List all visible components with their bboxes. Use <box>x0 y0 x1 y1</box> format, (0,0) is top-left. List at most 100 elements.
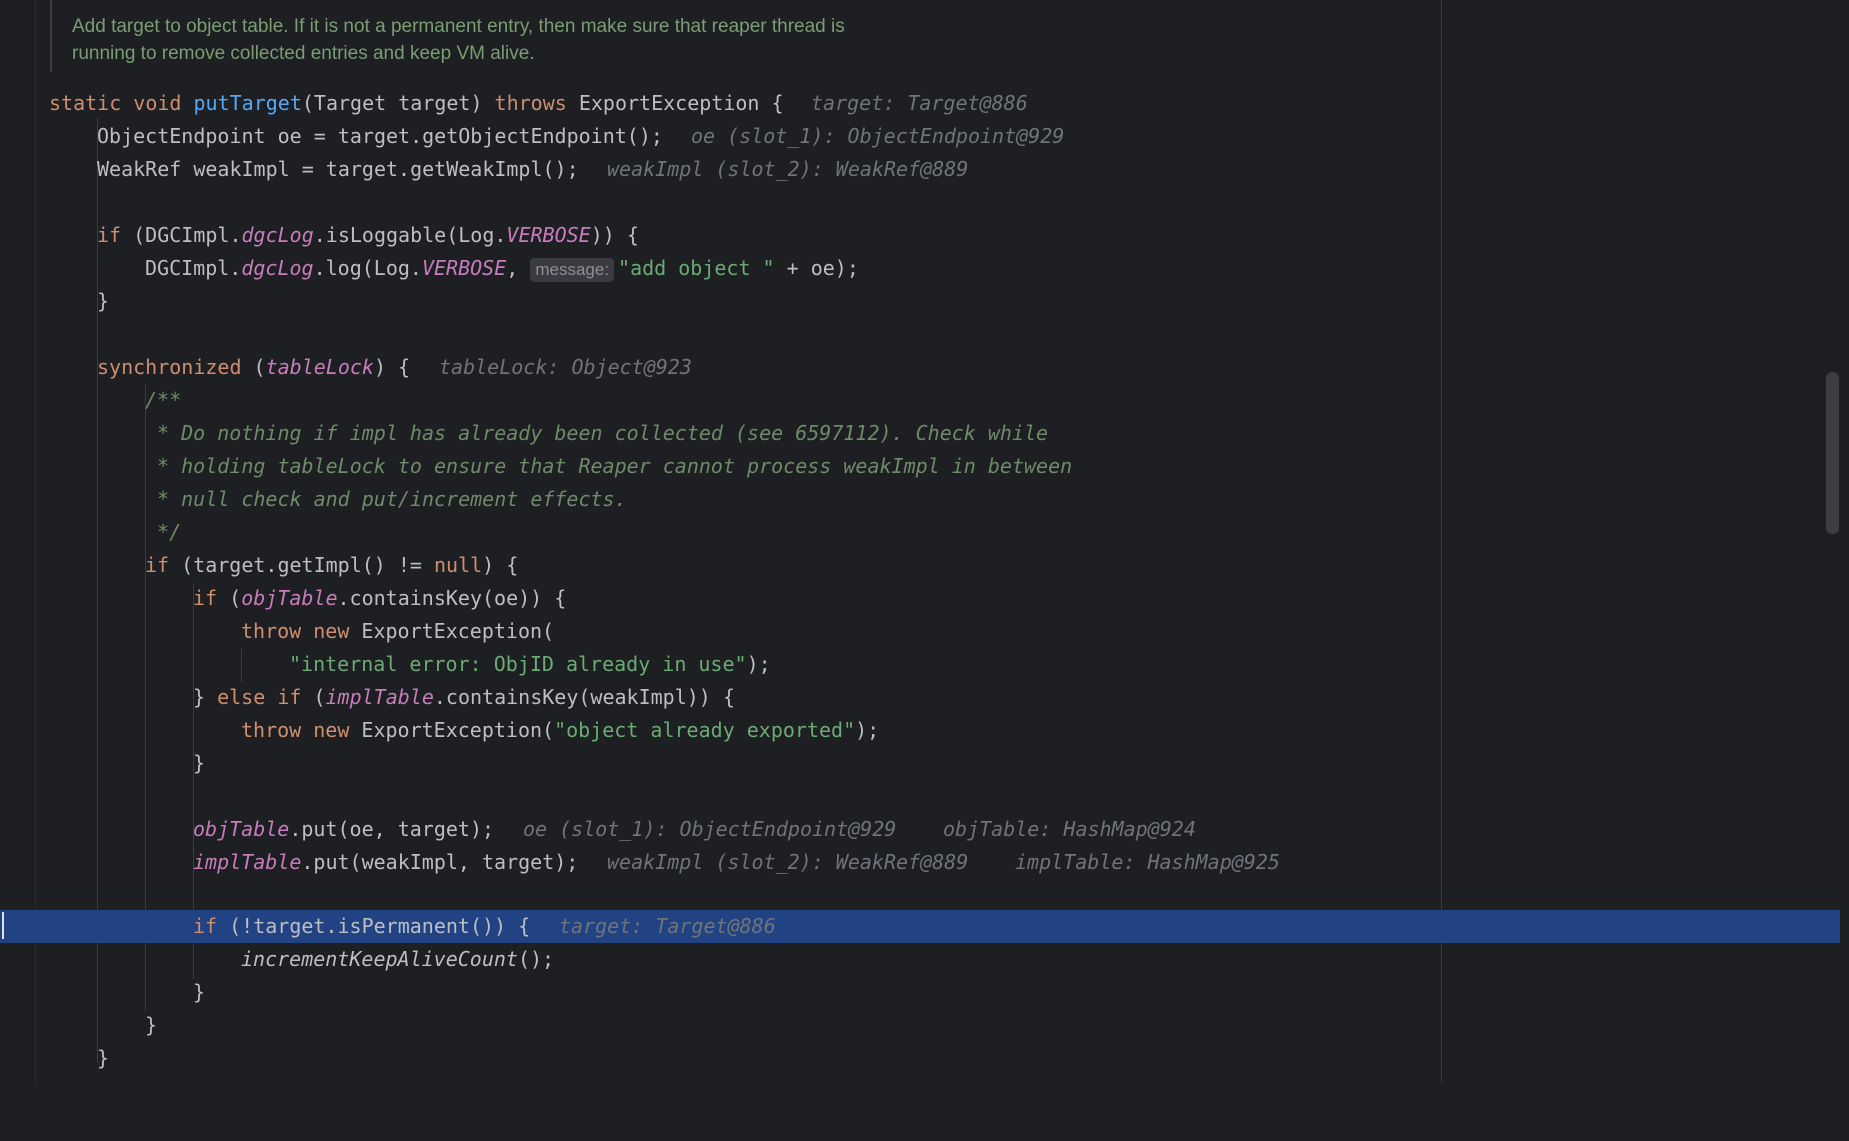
inline-debug-hint: weakImpl (slot_2): WeakRef@889 <box>607 157 969 181</box>
code-text: ) { <box>373 355 411 379</box>
code-text: } <box>193 980 206 1004</box>
string-literal: "add object " <box>618 256 775 280</box>
vertical-scrollbar-thumb[interactable] <box>1826 372 1839 534</box>
code-text: ( <box>301 685 326 709</box>
code-text: ObjectEndpoint oe = target.getObjectEndp… <box>97 124 663 148</box>
inline-debug-hint: implTable: HashMap@925 <box>1015 850 1280 874</box>
code-line[interactable]: DGCImpl.dgcLog.log(Log.VERBOSE, message:… <box>0 252 1849 285</box>
code-line[interactable]: * holding tableLock to ensure that Reape… <box>0 450 1849 483</box>
code-text: ExportException( <box>349 718 555 742</box>
field-ref: objTable <box>241 586 338 610</box>
code-text: (); <box>517 947 555 971</box>
code-text: } <box>145 1013 158 1037</box>
code-text: } <box>97 1046 110 1070</box>
code-line[interactable]: if (target.getImpl() != null) { <box>0 549 1849 582</box>
inline-debug-hint: target: Target@886 <box>559 914 776 938</box>
code-line[interactable]: throw new ExportException( <box>0 615 1849 648</box>
comment: * null check and put/increment effects. <box>145 487 627 511</box>
code-text: ) { <box>482 553 519 577</box>
code-text: .isLoggable(Log. <box>313 223 507 247</box>
code-text: (Target target) <box>301 91 495 115</box>
code-text: .put(weakImpl, target); <box>301 850 579 874</box>
inline-debug-hint: oe (slot_1): ObjectEndpoint@929 <box>691 124 1065 148</box>
code-line[interactable]: ObjectEndpoint oe = target.getObjectEndp… <box>0 120 1849 153</box>
rendered-doc-comment: Add target to object table. If it is not… <box>50 0 982 72</box>
code-text: } <box>97 289 110 313</box>
code-text: , <box>506 256 531 280</box>
code-editor[interactable]: Add target to object table. If it is not… <box>0 0 1849 1083</box>
code-line[interactable]: * null check and put/increment effects. <box>0 483 1849 516</box>
code-text: ( <box>241 355 266 379</box>
field-ref: implTable <box>193 850 302 874</box>
code-line[interactable]: } <box>0 976 1849 1009</box>
comment: * Do nothing if impl has already been co… <box>145 421 1049 445</box>
text-caret <box>2 912 4 939</box>
code-line[interactable]: } <box>0 747 1849 780</box>
code-line[interactable]: WeakRef weakImpl = target.getWeakImpl();… <box>0 153 1849 186</box>
code-line[interactable]: objTable.put(oe, target); oe (slot_1): O… <box>0 813 1849 846</box>
code-text: } <box>193 751 206 775</box>
field-ref: implTable <box>325 685 434 709</box>
field-ref: dgcLog <box>241 256 314 280</box>
code-text: ( <box>217 586 242 610</box>
code-text: ExportException( <box>349 619 555 643</box>
code-line[interactable]: if (DGCImpl.dgcLog.isLoggable(Log.VERBOS… <box>0 219 1849 252</box>
field-ref: VERBOSE <box>421 256 507 280</box>
code-text: .put(oe, target); <box>289 817 495 841</box>
code-text: )) { <box>590 223 639 247</box>
code-text: ); <box>746 652 771 676</box>
code-line[interactable]: } else if (implTable.containsKey(weakImp… <box>0 681 1849 714</box>
code-text: DGCImpl. <box>145 256 242 280</box>
code-line[interactable]: } <box>0 1042 1849 1075</box>
keyword-new: new <box>313 619 350 643</box>
inline-debug-hint: weakImpl (slot_2): WeakRef@889 <box>607 850 969 874</box>
code-text: (!target.isPermanent()) { <box>217 914 531 938</box>
field-ref: tableLock <box>265 355 374 379</box>
inline-debug-hint: objTable: HashMap@924 <box>943 817 1196 841</box>
code-line[interactable]: implTable.put(weakImpl, target); weakImp… <box>0 846 1849 879</box>
keyword-throw: throw <box>241 619 302 643</box>
keyword-if: if <box>193 914 218 938</box>
doc-comment-line: running to remove collected entries and … <box>72 43 535 64</box>
code-line[interactable]: */ <box>0 516 1849 549</box>
code-line[interactable]: } <box>0 1009 1849 1042</box>
field-ref: dgcLog <box>241 223 314 247</box>
keyword-throws: throws <box>494 91 567 115</box>
current-execution-line[interactable]: if (!target.isPermanent()) { target: Tar… <box>0 910 1840 943</box>
code-line[interactable]: } <box>0 285 1849 318</box>
code-line[interactable]: if (objTable.containsKey(oe)) { <box>0 582 1849 615</box>
doc-comment-line: Add target to object table. If it is not… <box>72 16 845 37</box>
keyword-if: if <box>97 223 122 247</box>
inline-debug-hint: tableLock: Object@923 <box>439 355 692 379</box>
field-ref: VERBOSE <box>506 223 591 247</box>
string-literal: "object already exported" <box>554 718 856 742</box>
code-line[interactable]: static void putTarget(Target target) thr… <box>0 87 1849 120</box>
keyword-if: if <box>193 586 218 610</box>
code-line[interactable]: synchronized (tableLock) { tableLock: Ob… <box>0 351 1849 384</box>
keyword-synchronized: synchronized <box>97 355 242 379</box>
keyword-null: null <box>434 553 483 577</box>
keyword-if: if <box>145 553 170 577</box>
code-line[interactable]: incrementKeepAliveCount(); <box>0 943 1849 976</box>
code-line[interactable]: throw new ExportException("object alread… <box>0 714 1849 747</box>
inline-debug-hint: target: Target@886 <box>811 91 1028 115</box>
field-ref: objTable <box>193 817 290 841</box>
keyword-static: static <box>49 91 122 115</box>
code-text: .containsKey(oe)) { <box>337 586 567 610</box>
code-text: (target.getImpl() != <box>169 553 434 577</box>
keyword-if: if <box>277 685 302 709</box>
code-text: ExportException { <box>566 91 784 115</box>
comment: /** <box>145 388 182 412</box>
code-text: .log(Log. <box>313 256 422 280</box>
code-line[interactable]: * Do nothing if impl has already been co… <box>0 417 1849 450</box>
code-text: } <box>193 685 218 709</box>
inline-debug-hint: oe (slot_1): ObjectEndpoint@929 <box>523 817 897 841</box>
code-text: (DGCImpl. <box>121 223 242 247</box>
code-text: WeakRef weakImpl = target.getWeakImpl(); <box>97 157 579 181</box>
keyword-throw: throw <box>241 718 302 742</box>
code-text: ); <box>855 718 880 742</box>
keyword-new: new <box>313 718 350 742</box>
code-line[interactable]: "internal error: ObjID already in use"); <box>0 648 1849 681</box>
string-literal: "internal error: ObjID already in use" <box>289 652 747 676</box>
code-line[interactable]: /** <box>0 384 1849 417</box>
